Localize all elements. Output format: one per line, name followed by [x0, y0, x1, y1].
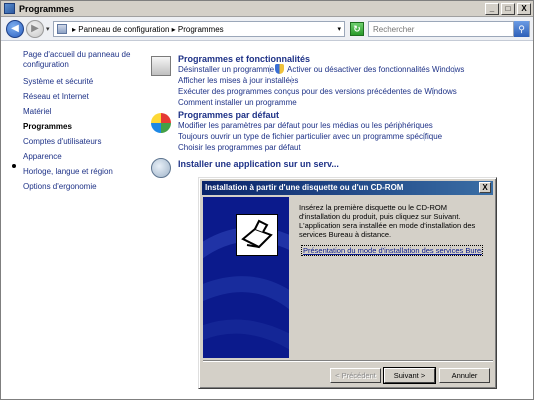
shield-icon [275, 64, 284, 74]
file-association-link[interactable]: Toujours ouvrir un type de fichier parti… [178, 132, 442, 141]
dialog-title-bar[interactable]: Installation à partir d'une disquette ou… [202, 181, 493, 195]
refresh-button[interactable]: ↻ [350, 22, 364, 36]
control-panel-window: Programmes _ □ X ◀ ▶ ▾ ▸ Panneau de conf… [0, 0, 534, 400]
sidebar-item-hardware[interactable]: Matériel [23, 107, 138, 117]
sidebar-item-network[interactable]: Réseau et Internet [23, 92, 138, 102]
sidebar-item-appearance[interactable]: Apparence [23, 152, 138, 162]
maximize-button[interactable]: □ [501, 3, 515, 15]
link-separator [454, 65, 455, 74]
window-controls: _ □ X [485, 3, 531, 15]
sidebar-item-programs[interactable]: Programmes [23, 122, 138, 132]
programs-features-title[interactable]: Programmes et fonctionnalités [178, 54, 310, 64]
autoplay-settings-link[interactable]: Modifier les paramètres par défaut pour … [178, 121, 433, 130]
dialog-title: Installation à partir d'une disquette ou… [205, 183, 404, 192]
default-programs-icon [151, 113, 171, 133]
sidebar-item-system-security[interactable]: Système et sécurité [23, 77, 138, 87]
how-to-install-link[interactable]: Comment installer un programme [178, 98, 297, 107]
wizard-banner [203, 197, 289, 358]
sidebar-item-home[interactable]: Page d'accueil du panneau de configurati… [23, 50, 138, 70]
control-panel-icon [4, 3, 15, 14]
box-icon [241, 219, 273, 249]
link-separator [399, 121, 400, 130]
next-button[interactable]: Suivant > [383, 367, 436, 384]
arrow-left-icon: ◀ [11, 23, 19, 34]
search-icon[interactable]: ⚲ [513, 21, 529, 37]
link-separator [269, 65, 270, 74]
sidebar-item-clock-language[interactable]: Horloge, langue et région [23, 167, 138, 177]
sidebar-item-ease-of-access[interactable]: Options d'ergonomie [23, 182, 138, 192]
install-wizard-icon [236, 214, 278, 256]
compatibility-link[interactable]: Exécuter des programmes conçus pour des … [178, 87, 457, 96]
back-button[interactable]: < Précédent [330, 368, 381, 383]
default-programs-title[interactable]: Programmes par défaut [178, 110, 279, 120]
dialog-divider [203, 360, 493, 362]
breadcrumb[interactable]: ▸ Panneau de configuration ▸ Programmes [72, 25, 224, 34]
control-panel-small-icon [57, 24, 67, 34]
active-bullet [12, 164, 16, 168]
sidebar: Page d'accueil du panneau de configurati… [1, 42, 141, 399]
windows-features-link[interactable]: Activer ou désactiver des fonctionnalité… [287, 65, 464, 74]
address-bar[interactable]: ▸ Panneau de configuration ▸ Programmes … [53, 21, 345, 37]
minimize-button[interactable]: _ [485, 3, 499, 15]
arrow-right-icon: ▶ [31, 23, 39, 34]
choose-defaults-link[interactable]: Choisir les programmes par défaut [178, 143, 301, 152]
install-application-icon [151, 158, 171, 178]
dialog-message: Insérez la première disquette ou le CD-R… [299, 203, 476, 239]
uninstall-program-link[interactable]: Désinstaller un programme [178, 65, 274, 74]
link-separator [291, 76, 292, 85]
search-input[interactable] [373, 24, 509, 35]
window-title: Programmes [19, 4, 75, 14]
sidebar-item-user-accounts[interactable]: Comptes d'utilisateurs [23, 137, 138, 147]
install-application-title[interactable]: Installer une application sur un serv... [178, 159, 339, 169]
close-button[interactable]: X [517, 3, 531, 15]
installed-updates-link[interactable]: Afficher les mises à jour installées [178, 76, 298, 85]
dialog-close-button[interactable]: X [479, 182, 491, 193]
install-dialog: Installation à partir d'une disquette ou… [198, 177, 497, 389]
address-dropdown-icon[interactable]: ▾ [337, 25, 341, 33]
history-dropdown-icon[interactable]: ▾ [46, 25, 50, 33]
cancel-button[interactable]: Annuler [439, 368, 490, 383]
address-toolbar: ◀ ▶ ▾ ▸ Panneau de configuration ▸ Progr… [1, 17, 533, 41]
link-separator [424, 132, 425, 141]
forward-button[interactable]: ▶ [26, 20, 44, 38]
link-separator [433, 87, 434, 96]
programs-features-icon [151, 56, 171, 76]
title-bar[interactable]: Programmes _ □ X [1, 1, 533, 17]
search-box[interactable]: ⚲ [368, 21, 530, 37]
back-button[interactable]: ◀ [6, 20, 24, 38]
rds-install-mode-link[interactable]: Présentation du mode d'installation des … [301, 245, 483, 256]
